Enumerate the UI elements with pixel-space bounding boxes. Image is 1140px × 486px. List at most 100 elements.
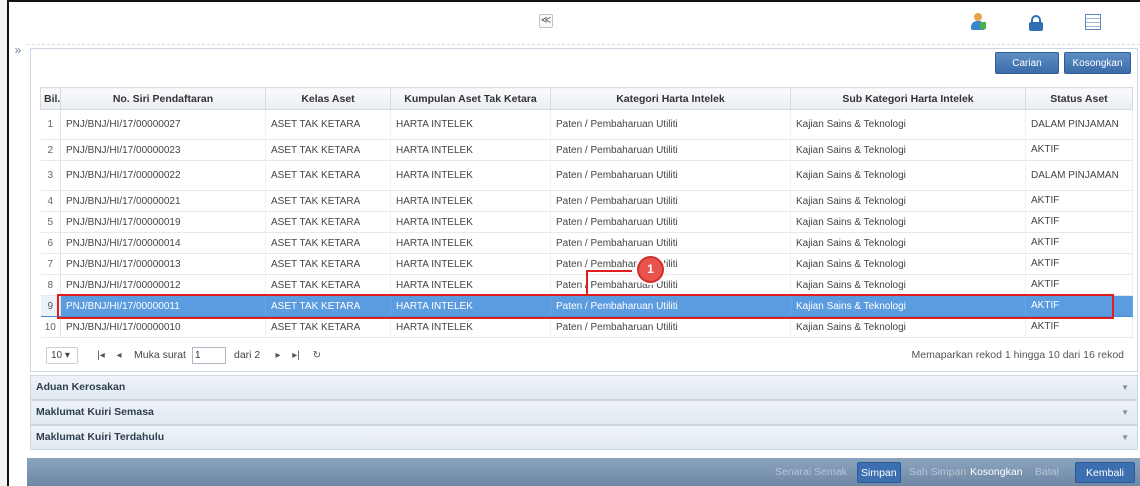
- cell-kelas: ASET TAK KETARA: [265, 295, 391, 317]
- asset-table: Bil. No. Siri Pendaftaran Kelas Aset Kum…: [40, 87, 1133, 338]
- cell-kategori: Paten / Pembaharuan Utiliti: [550, 211, 791, 233]
- column-header[interactable]: Status Aset: [1025, 87, 1133, 110]
- cell-sub-kategori: Kajian Sains & Teknologi: [790, 274, 1026, 296]
- lock-icon[interactable]: [1027, 13, 1045, 31]
- column-header[interactable]: Kumpulan Aset Tak Ketara: [390, 87, 551, 110]
- table-header-row: Bil. No. Siri Pendaftaran Kelas Aset Kum…: [40, 87, 1133, 110]
- accordion-label: Maklumat Kuiri Semasa: [36, 406, 154, 418]
- chevron-down-icon: ▼: [1121, 433, 1129, 442]
- kosongkan-search-button[interactable]: Kosongkan: [1064, 52, 1131, 74]
- column-header[interactable]: Kelas Aset: [265, 87, 391, 110]
- cell-kumpulan: HARTA INTELEK: [390, 232, 551, 254]
- cell-kategori: Paten / Pembaharuan Utiliti: [550, 190, 791, 212]
- row-number: 9: [40, 295, 61, 317]
- cell-no-siri: PNJ/BNJ/HI/17/00000014: [60, 232, 266, 254]
- table-row[interactable]: 3 PNJ/BNJ/HI/17/00000022 ASET TAK KETARA…: [40, 160, 1133, 191]
- simpan-button[interactable]: Simpan: [857, 462, 901, 483]
- row-number: 2: [40, 139, 61, 161]
- cell-kelas: ASET TAK KETARA: [265, 109, 391, 140]
- column-header[interactable]: No. Siri Pendaftaran: [60, 87, 266, 110]
- cell-kelas: ASET TAK KETARA: [265, 253, 391, 275]
- page-size-select[interactable]: 10 ▾: [46, 347, 78, 364]
- column-header[interactable]: Kategori Harta Intelek: [550, 87, 791, 110]
- cell-sub-kategori: Kajian Sains & Teknologi: [790, 190, 1026, 212]
- callout-pointer-line: [586, 270, 632, 295]
- cell-kelas: ASET TAK KETARA: [265, 160, 391, 191]
- cell-sub-kategori: Kajian Sains & Teknologi: [790, 160, 1026, 191]
- sah-simpan-button[interactable]: Sah Simpan: [906, 462, 969, 483]
- chevron-down-icon: ▼: [1121, 383, 1129, 392]
- accordion-kuiri-semasa[interactable]: Maklumat Kuiri Semasa ▼: [30, 400, 1138, 425]
- cell-kumpulan: HARTA INTELEK: [390, 139, 551, 161]
- left-frame-edge: [0, 0, 9, 486]
- cell-kategori: Paten / Pembaharuan Utiliti: [550, 232, 791, 254]
- cell-no-siri: PNJ/BNJ/HI/17/00000023: [60, 139, 266, 161]
- cell-kategori: Paten / Pembaharuan Utiliti: [550, 160, 791, 191]
- cell-kelas: ASET TAK KETARA: [265, 316, 391, 338]
- accordion-aduan-kerosakan[interactable]: Aduan Kerosakan ▼: [30, 375, 1138, 400]
- record-count-info: Memaparkan rekod 1 hingga 10 dari 16 rek…: [911, 349, 1124, 361]
- table-row[interactable]: 2 PNJ/BNJ/HI/17/00000023 ASET TAK KETARA…: [40, 139, 1133, 161]
- accordion-kuiri-terdahulu[interactable]: Maklumat Kuiri Terdahulu ▼: [30, 425, 1138, 450]
- cell-sub-kategori: Kajian Sains & Teknologi: [790, 139, 1026, 161]
- cell-no-siri: PNJ/BNJ/HI/17/00000019: [60, 211, 266, 233]
- table-row[interactable]: 4 PNJ/BNJ/HI/17/00000021 ASET TAK KETARA…: [40, 190, 1133, 212]
- cell-kelas: ASET TAK KETARA: [265, 211, 391, 233]
- carian-button[interactable]: Carian: [995, 52, 1059, 74]
- cell-kelas: ASET TAK KETARA: [265, 274, 391, 296]
- cell-no-siri: PNJ/BNJ/HI/17/00000021: [60, 190, 266, 212]
- cell-status: AKTIF: [1025, 139, 1133, 161]
- table-row[interactable]: 5 PNJ/BNJ/HI/17/00000019 ASET TAK KETARA…: [40, 211, 1133, 233]
- cell-no-siri: PNJ/BNJ/HI/17/00000013: [60, 253, 266, 275]
- table-row[interactable]: 10 PNJ/BNJ/HI/17/00000010 ASET TAK KETAR…: [40, 316, 1133, 338]
- accordion-label: Aduan Kerosakan: [36, 381, 126, 393]
- user-profile-icon[interactable]: [969, 13, 987, 31]
- chevron-down-icon: ▼: [1121, 408, 1129, 417]
- sidebar-expand-icon[interactable]: »: [10, 42, 26, 58]
- cell-sub-kategori: Kajian Sains & Teknologi: [790, 109, 1026, 140]
- page-label: Muka surat: [134, 349, 186, 361]
- cell-no-siri: PNJ/BNJ/HI/17/00000022: [60, 160, 266, 191]
- kosongkan-button[interactable]: Kosongkan: [967, 462, 1026, 483]
- cell-kumpulan: HARTA INTELEK: [390, 316, 551, 338]
- row-number: 5: [40, 211, 61, 233]
- cell-status: AKTIF: [1025, 295, 1133, 317]
- table-row[interactable]: 1 PNJ/BNJ/HI/17/00000027 ASET TAK KETARA…: [40, 109, 1133, 140]
- cell-sub-kategori: Kajian Sains & Teknologi: [790, 316, 1026, 338]
- cell-sub-kategori: Kajian Sains & Teknologi: [790, 232, 1026, 254]
- column-header[interactable]: Bil.: [40, 87, 61, 110]
- row-number: 10: [40, 316, 61, 338]
- cell-sub-kategori: Kajian Sains & Teknologi: [790, 211, 1026, 233]
- senarai-semak-button[interactable]: Senarai Semak: [772, 462, 850, 483]
- row-number: 8: [40, 274, 61, 296]
- row-number: 1: [40, 109, 61, 140]
- refresh-icon[interactable]: ↻: [311, 349, 323, 363]
- cell-kumpulan: HARTA INTELEK: [390, 211, 551, 233]
- batal-button[interactable]: Batal: [1032, 462, 1062, 483]
- pagination-bar: 10 ▾ |◂ ◂ Muka surat dari 2 ▸ ▸| ↻ Memap…: [40, 345, 1132, 369]
- table-row[interactable]: 6 PNJ/BNJ/HI/17/00000014 ASET TAK KETARA…: [40, 232, 1133, 254]
- column-header[interactable]: Sub Kategori Harta Intelek: [790, 87, 1026, 110]
- table-row-selected[interactable]: 9 PNJ/BNJ/HI/17/00000011 ASET TAK KETARA…: [40, 295, 1133, 317]
- last-page-icon[interactable]: ▸|: [290, 349, 302, 363]
- cell-status: AKTIF: [1025, 274, 1133, 296]
- cell-status: AKTIF: [1025, 316, 1133, 338]
- prev-page-icon[interactable]: ◂: [113, 349, 125, 363]
- page-total-label: dari 2: [234, 349, 261, 361]
- first-page-icon[interactable]: |◂: [95, 349, 107, 363]
- asset-list-panel: Carian Kosongkan Bil. No. Siri Pendaftar…: [30, 48, 1138, 372]
- cell-status: AKTIF: [1025, 211, 1133, 233]
- next-page-icon[interactable]: ▸: [272, 349, 284, 363]
- cell-kumpulan: HARTA INTELEK: [390, 253, 551, 275]
- table-view-icon[interactable]: [1084, 13, 1102, 31]
- collapse-header-button[interactable]: ≪: [539, 14, 553, 28]
- page-number-input[interactable]: [192, 347, 226, 364]
- row-number: 4: [40, 190, 61, 212]
- row-number: 7: [40, 253, 61, 275]
- cell-kumpulan: HARTA INTELEK: [390, 109, 551, 140]
- cell-status: DALAM PINJAMAN: [1025, 109, 1133, 140]
- cell-kumpulan: HARTA INTELEK: [390, 295, 551, 317]
- cell-no-siri: PNJ/BNJ/HI/17/00000027: [60, 109, 266, 140]
- cell-kumpulan: HARTA INTELEK: [390, 160, 551, 191]
- kembali-button[interactable]: Kembali: [1075, 462, 1135, 483]
